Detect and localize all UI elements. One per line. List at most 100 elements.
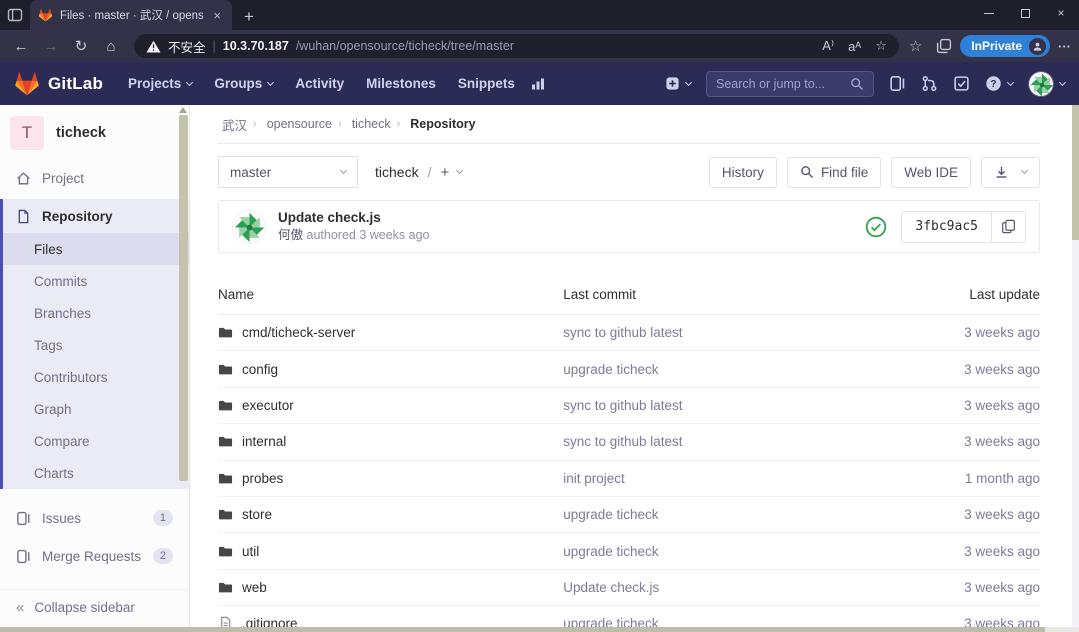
path-project[interactable]: ticheck — [375, 164, 419, 180]
commit-message-link[interactable]: upgrade ticheck — [563, 544, 658, 559]
sidebar-item[interactable]: Merge Requests 2 — [0, 537, 189, 575]
table-row[interactable]: store upgrade ticheck 3 weeks ago — [218, 497, 1040, 533]
new-menu-button[interactable] — [665, 76, 691, 91]
commit-message-link[interactable]: upgrade ticheck — [563, 507, 658, 522]
charts-nav-icon[interactable] — [530, 76, 546, 92]
global-search[interactable] — [706, 71, 874, 97]
table-row[interactable]: probes init project 1 month ago — [218, 461, 1040, 497]
refresh-button[interactable]: ↻ — [68, 37, 94, 55]
minimize-button[interactable] — [971, 0, 1007, 26]
copy-commit-hash-button[interactable] — [991, 212, 1025, 242]
table-row[interactable]: config upgrade ticheck 3 weeks ago — [218, 351, 1040, 387]
user-menu[interactable] — [1028, 71, 1065, 97]
translate-icon[interactable]: aᴬ — [848, 39, 861, 54]
file-name-link[interactable]: web — [242, 580, 267, 595]
tab-actions-icon[interactable] — [0, 0, 30, 30]
navbar-item[interactable]: Groups — [203, 76, 284, 91]
table-row[interactable]: internal sync to github latest 3 weeks a… — [218, 424, 1040, 460]
sidebar-subitem[interactable]: Graph — [3, 393, 189, 425]
add-favorite-icon[interactable]: ☆ — [875, 38, 887, 54]
copy-icon — [1001, 219, 1016, 234]
sidebar-subitem[interactable]: Branches — [3, 297, 189, 329]
page-horizontal-scrollbar[interactable] — [0, 627, 1079, 632]
sidebar-subitem[interactable]: Tags — [3, 329, 189, 361]
search-input[interactable] — [716, 77, 844, 91]
collections-icon[interactable] — [936, 38, 952, 54]
breadcrumb-item[interactable]: opensource — [263, 117, 336, 131]
file-name-link[interactable]: util — [242, 544, 259, 559]
commit-message-link[interactable]: sync to github latest — [563, 398, 682, 413]
read-aloud-icon[interactable]: A⁾ — [822, 38, 834, 54]
sidebar-subitem[interactable]: Compare — [3, 425, 189, 457]
sidebar-subitem[interactable]: Charts — [3, 457, 189, 489]
file-name-link[interactable]: cmd/ticheck-server — [242, 325, 355, 340]
main-content: 武汉› opensource› ticheck› Repository› mas… — [190, 105, 1079, 632]
history-button[interactable]: History — [709, 157, 777, 188]
commit-author[interactable]: 何傲 — [278, 228, 303, 242]
navbar-item[interactable]: Snippets — [447, 76, 526, 91]
scrollbar-thumb[interactable] — [1072, 105, 1079, 240]
breadcrumb-separator: › — [251, 118, 259, 130]
back-button[interactable]: ← — [8, 38, 34, 55]
commit-message-link[interactable]: init project — [563, 471, 625, 486]
sidebar-subitem[interactable]: Files — [3, 233, 189, 265]
scrollbar-thumb[interactable] — [0, 627, 1045, 632]
navbar-item[interactable]: Projects — [117, 76, 203, 91]
browser-tab[interactable]: Files · master · 武汉 / opensourc × — [30, 0, 232, 30]
pipeline-status-icon[interactable] — [865, 216, 887, 238]
table-row[interactable]: util upgrade ticheck 3 weeks ago — [218, 533, 1040, 569]
download-button[interactable] — [981, 157, 1040, 188]
file-name-link[interactable]: config — [242, 362, 278, 377]
file-name-link[interactable]: internal — [242, 434, 286, 449]
sidebar-item-project[interactable]: Project — [0, 161, 189, 195]
scrollbar-thumb[interactable] — [179, 115, 188, 481]
breadcrumb-item[interactable]: 武汉 — [218, 115, 251, 134]
sidebar-scrollbar[interactable] — [178, 107, 188, 491]
maximize-button[interactable] — [1007, 0, 1043, 26]
new-tab-button[interactable]: + — [232, 4, 266, 30]
settings-more-icon[interactable]: ··· — [1058, 39, 1071, 54]
forward-button[interactable]: → — [38, 38, 64, 55]
address-bar[interactable]: 不安全 | 10.3.70.187/wuhan/opensource/tiche… — [134, 34, 899, 58]
navbar-item[interactable]: Milestones — [355, 76, 447, 91]
find-file-button[interactable]: Find file — [787, 157, 881, 188]
commit-message-link[interactable]: sync to github latest — [563, 434, 682, 449]
project-header[interactable]: T ticheck — [0, 105, 189, 161]
issues-nav-icon[interactable] — [889, 75, 906, 92]
todos-nav-icon[interactable] — [953, 75, 970, 92]
merge-requests-nav-icon[interactable] — [921, 75, 938, 92]
page-vertical-scrollbar[interactable] — [1072, 105, 1079, 627]
gitlab-logo[interactable]: GitLab — [14, 71, 103, 96]
file-name-link[interactable]: probes — [242, 471, 283, 486]
scroll-up-arrow[interactable] — [179, 107, 187, 113]
branch-selector[interactable]: master — [218, 156, 358, 188]
add-file-button[interactable]: + — [440, 164, 462, 181]
file-name-link[interactable]: executor — [242, 398, 294, 413]
sidebar-subitem[interactable]: Contributors — [3, 361, 189, 393]
table-row[interactable]: executor sync to github latest 3 weeks a… — [218, 388, 1040, 424]
tab-close-icon[interactable]: × — [210, 8, 224, 23]
sidebar-item[interactable]: Issues 1 — [0, 499, 189, 537]
commit-title[interactable]: Update check.js — [278, 209, 430, 227]
table-row[interactable]: web Update check.js 3 weeks ago — [218, 570, 1040, 606]
table-header: Name Last commit Last update — [218, 275, 1040, 315]
home-button[interactable]: ⌂ — [98, 38, 124, 55]
sidebar-item-repository[interactable]: Repository — [3, 199, 189, 233]
commit-message-link[interactable]: upgrade ticheck — [563, 362, 658, 377]
sidebar-subitem[interactable]: Commits — [3, 265, 189, 297]
commit-message-link[interactable]: Update check.js — [563, 580, 659, 595]
collapse-sidebar-button[interactable]: « Collapse sidebar — [0, 589, 189, 625]
commit-author-avatar[interactable] — [232, 210, 266, 244]
help-menu[interactable] — [985, 75, 1013, 92]
table-row[interactable]: cmd/ticheck-server sync to github latest… — [218, 315, 1040, 351]
navbar-item[interactable]: Activity — [284, 76, 355, 91]
breadcrumb-item[interactable]: ticheck — [348, 117, 395, 131]
inprivate-badge[interactable]: InPrivate — [960, 35, 1050, 57]
close-button[interactable]: × — [1043, 0, 1079, 26]
favorites-icon[interactable]: ☆ — [909, 37, 922, 55]
web-ide-button[interactable]: Web IDE — [891, 157, 971, 188]
file-name-link[interactable]: store — [242, 507, 272, 522]
breadcrumb-item[interactable]: Repository — [406, 117, 479, 131]
commit-hash[interactable]: 3fbc9ac5 — [902, 212, 991, 242]
commit-message-link[interactable]: sync to github latest — [563, 325, 682, 340]
